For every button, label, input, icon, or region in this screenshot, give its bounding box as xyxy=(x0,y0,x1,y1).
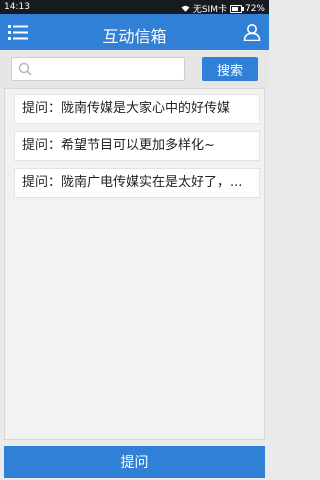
page-title: 互动信箱 xyxy=(102,27,167,46)
app-header: 互动信箱 xyxy=(0,14,269,50)
question-item[interactable]: 提问：希望节目可以更加多样化~ xyxy=(14,131,260,161)
battery-percent: 72% xyxy=(244,3,265,14)
status-bar: 14:13 无SIM卡 72% xyxy=(0,0,269,15)
battery-icon xyxy=(229,4,244,13)
search-button[interactable]: 搜索 xyxy=(202,57,258,81)
search-icon xyxy=(18,62,32,76)
wifi-icon xyxy=(181,5,190,12)
ask-question-button[interactable]: 提问 xyxy=(4,446,265,478)
search-input[interactable] xyxy=(11,57,185,81)
question-item[interactable]: 提问：陇南广电传媒实在是太好了，... xyxy=(14,168,260,198)
user-icon[interactable] xyxy=(243,23,261,41)
status-time: 14:13 xyxy=(4,2,30,12)
question-item[interactable]: 提问：陇南传媒是大家心中的好传媒 xyxy=(14,94,260,124)
question-list: 提问：陇南传媒是大家心中的好传媒 提问：希望节目可以更加多样化~ 提问：陇南广电… xyxy=(4,88,265,440)
search-bar: 搜索 xyxy=(0,50,269,88)
